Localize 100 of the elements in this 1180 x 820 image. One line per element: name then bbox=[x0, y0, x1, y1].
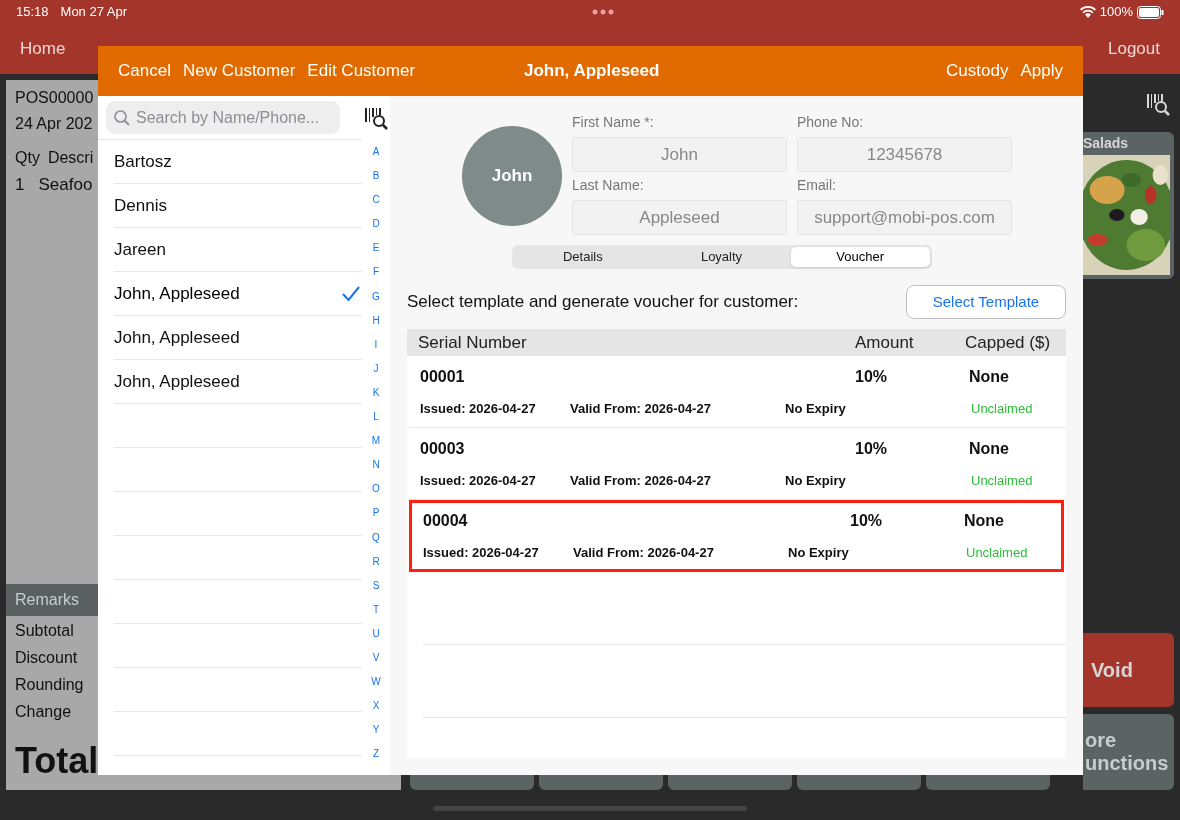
text-field[interactable]: 12345678 bbox=[797, 137, 1012, 172]
index-letter[interactable]: R bbox=[372, 549, 380, 574]
index-letter[interactable]: L bbox=[373, 405, 379, 430]
index-letter[interactable]: C bbox=[372, 188, 380, 213]
wifi-icon bbox=[1079, 6, 1096, 18]
index-letter[interactable]: X bbox=[372, 694, 380, 719]
status-date: Mon 27 Apr bbox=[60, 3, 128, 22]
voucher-cap: None bbox=[968, 438, 1010, 459]
voucher-status: Unclaimed bbox=[966, 544, 1029, 563]
header-action[interactable]: Cancel bbox=[118, 58, 171, 84]
issued-date: Issued: 2026-04-27 bbox=[420, 399, 537, 418]
customer-row[interactable]: Jareen bbox=[114, 228, 362, 272]
more-dots-icon bbox=[592, 9, 615, 15]
customer-row[interactable]: Dennis bbox=[114, 184, 362, 228]
index-letter[interactable]: W bbox=[371, 670, 381, 695]
summary-label: Subtotal bbox=[15, 621, 74, 641]
search-icon bbox=[114, 109, 130, 126]
segment-tab[interactable]: Details bbox=[513, 247, 653, 267]
header-action[interactable]: Apply bbox=[1020, 58, 1063, 84]
column-heading: Descri bbox=[47, 148, 94, 168]
index-letter[interactable]: O bbox=[372, 477, 380, 502]
segment-tab[interactable]: Loyalty bbox=[652, 247, 791, 267]
more-functions-button[interactable]: ore unctions bbox=[1083, 714, 1174, 790]
valid-from-date: Valid From: 2026-04-27 bbox=[573, 544, 715, 563]
serial-number: 00003 bbox=[420, 438, 466, 459]
expiry-text: No Expiry bbox=[785, 471, 847, 490]
column-heading: Qty bbox=[15, 148, 40, 168]
select-template-button[interactable]: Select Template bbox=[906, 285, 1066, 319]
index-letter[interactable]: N bbox=[372, 453, 380, 478]
expiry-text: No Expiry bbox=[788, 544, 850, 563]
index-letter[interactable]: A bbox=[372, 140, 380, 165]
void-button[interactable]: Void bbox=[1083, 633, 1174, 707]
text-field[interactable]: support@mobi-pos.com bbox=[797, 200, 1012, 235]
column-heading: Capped ($) bbox=[965, 331, 1052, 354]
header-action[interactable]: Edit Customer bbox=[307, 58, 416, 84]
nav-link[interactable]: Home bbox=[20, 36, 66, 62]
field-label: First Name *: bbox=[572, 113, 655, 132]
index-letter[interactable]: P bbox=[372, 501, 380, 526]
voucher-status: Unclaimed bbox=[971, 399, 1034, 418]
valid-from-date: Valid From: 2026-04-27 bbox=[570, 399, 712, 418]
status-time: 15:18 bbox=[16, 3, 49, 22]
item-description: Seafoo bbox=[38, 174, 93, 196]
index-letter[interactable]: Z bbox=[372, 742, 380, 767]
voucher-row[interactable]: 00004 10% None Issued: 2026-04-27 Valid From: 2026-04-27 No Expiry Unclaimed bbox=[409, 500, 1064, 572]
customer-row[interactable]: John, Appleseed bbox=[114, 360, 362, 404]
index-letter[interactable]: Y bbox=[372, 718, 380, 743]
category-tile[interactable]: Salads bbox=[1083, 132, 1174, 279]
total-label: Total bbox=[15, 740, 99, 781]
field-label: Email: bbox=[797, 176, 837, 195]
customer-row[interactable]: John, Appleseed bbox=[114, 272, 362, 316]
nav-link[interactable]: Logout bbox=[1108, 36, 1160, 62]
voucher-cap: None bbox=[963, 511, 1005, 532]
checkmark-icon bbox=[342, 285, 360, 302]
index-letter[interactable]: U bbox=[372, 621, 380, 646]
text-field[interactable]: John bbox=[572, 137, 787, 172]
item-qty: 1 bbox=[15, 174, 25, 196]
customer-row[interactable]: Bartosz bbox=[114, 140, 362, 184]
index-letter[interactable]: E bbox=[372, 236, 380, 261]
voucher-amount: 10% bbox=[850, 511, 884, 532]
summary-label: Change bbox=[15, 702, 72, 722]
voucher-cap: None bbox=[968, 366, 1010, 387]
segment-tab[interactable]: Voucher bbox=[790, 247, 930, 267]
field-label: Last Name: bbox=[572, 176, 645, 195]
issued-date: Issued: 2026-04-27 bbox=[420, 471, 537, 490]
avatar: John bbox=[462, 126, 562, 226]
search-field[interactable]: Search by Name/Phone... bbox=[106, 101, 340, 134]
battery-percent: 100% bbox=[1099, 3, 1133, 22]
valid-from-date: Valid From: 2026-04-27 bbox=[570, 471, 712, 490]
receipt-date: 24 Apr 202 bbox=[15, 114, 93, 134]
voucher-prompt: Select template and generate voucher for customer: bbox=[407, 291, 799, 314]
index-letter[interactable]: H bbox=[372, 308, 380, 333]
summary-label: Rounding bbox=[15, 675, 84, 695]
dialog-title: John, Appleseed bbox=[524, 60, 660, 83]
voucher-status: Unclaimed bbox=[971, 471, 1034, 490]
index-letter[interactable]: F bbox=[372, 260, 380, 285]
index-letter[interactable]: Q bbox=[372, 525, 380, 550]
summary-label: Discount bbox=[15, 648, 78, 668]
issued-date: Issued: 2026-04-27 bbox=[423, 544, 540, 563]
index-letter[interactable]: D bbox=[372, 212, 380, 237]
header-action[interactable]: Custody bbox=[946, 58, 1009, 84]
index-letter[interactable]: V bbox=[372, 645, 380, 671]
index-letter[interactable]: J bbox=[373, 356, 379, 381]
voucher-row[interactable]: 00001 10% None Issued: 2026-04-27 Valid From: 2026-04-27 No Expiry Unclaimed bbox=[409, 356, 1066, 428]
receipt-number: POS00000 bbox=[15, 88, 94, 108]
category-label: Salads bbox=[1083, 134, 1130, 153]
column-heading: Amount bbox=[855, 331, 915, 354]
index-letter[interactable]: B bbox=[372, 164, 380, 189]
index-letter[interactable]: M bbox=[371, 429, 381, 454]
index-letter[interactable]: G bbox=[372, 284, 380, 309]
text-field[interactable]: Appleseed bbox=[572, 200, 787, 235]
index-letter[interactable]: K bbox=[372, 380, 380, 406]
voucher-amount: 10% bbox=[855, 438, 889, 459]
barcode-search-icon[interactable] bbox=[364, 106, 388, 130]
customer-row[interactable]: John, Appleseed bbox=[114, 316, 362, 360]
voucher-amount: 10% bbox=[855, 366, 889, 387]
header-action[interactable]: New Customer bbox=[182, 58, 296, 84]
barcode-search-icon[interactable] bbox=[1146, 92, 1170, 116]
battery-icon bbox=[1137, 5, 1164, 19]
voucher-row[interactable]: 00003 10% None Issued: 2026-04-27 Valid From: 2026-04-27 No Expiry Unclaimed bbox=[409, 428, 1066, 500]
serial-number: 00001 bbox=[420, 366, 466, 387]
